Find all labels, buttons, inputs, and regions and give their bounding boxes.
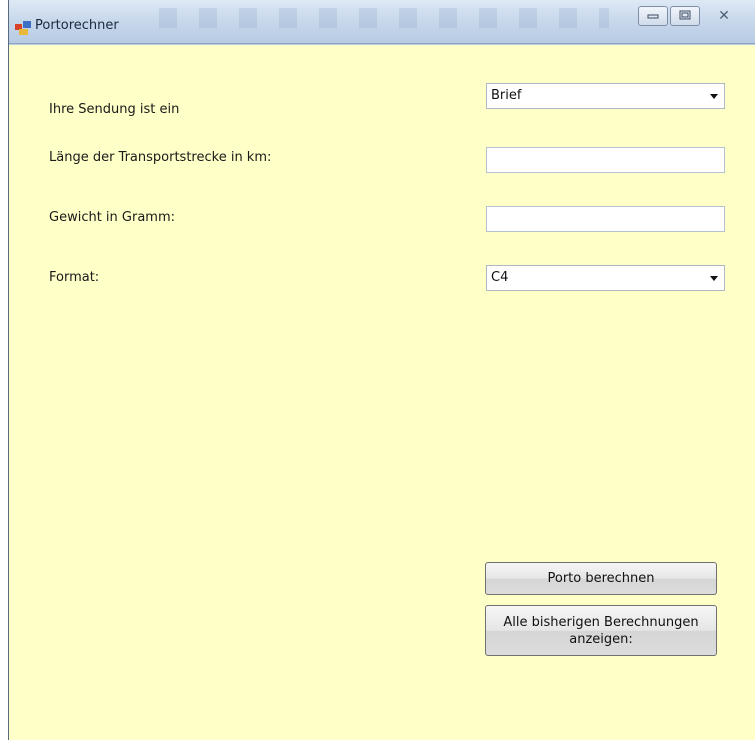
laenge-label: Länge der Transportstrecke in km: [49, 150, 272, 165]
gewicht-input[interactable] [486, 206, 725, 232]
window-title: Portorechner [35, 18, 119, 33]
sendung-select[interactable]: Brief [486, 83, 725, 109]
format-select-value: C4 [491, 270, 509, 285]
app-window: Portorechner ✕ Ihre Sendung ist ein Brie… [8, 0, 755, 740]
title-bar[interactable]: Portorechner ✕ [9, 0, 755, 44]
minimize-icon [647, 10, 659, 23]
chevron-down-icon [710, 276, 718, 281]
gewicht-label: Gewicht in Gramm: [49, 210, 176, 225]
sendung-select-value: Brief [491, 88, 522, 103]
close-button[interactable]: ✕ [702, 6, 746, 26]
format-select[interactable]: C4 [486, 265, 725, 291]
porto-berechnen-button[interactable]: Porto berechnen [485, 562, 717, 595]
sendung-label: Ihre Sendung ist ein [49, 102, 180, 117]
laenge-input[interactable] [486, 147, 725, 173]
minimize-button[interactable] [638, 6, 668, 26]
close-icon: ✕ [718, 8, 730, 24]
app-icon [15, 20, 31, 35]
window-controls: ✕ [638, 6, 746, 28]
form-client-area: Ihre Sendung ist ein Brief Länge der Tra… [9, 45, 755, 740]
title-bar-background [159, 8, 609, 28]
chevron-down-icon [710, 94, 718, 99]
maximize-icon [679, 10, 691, 23]
alle-berechnungen-anzeigen-button[interactable]: Alle bisherigen Berechnungen anzeigen: [485, 605, 717, 656]
format-label: Format: [49, 270, 100, 285]
maximize-button[interactable] [670, 6, 700, 26]
